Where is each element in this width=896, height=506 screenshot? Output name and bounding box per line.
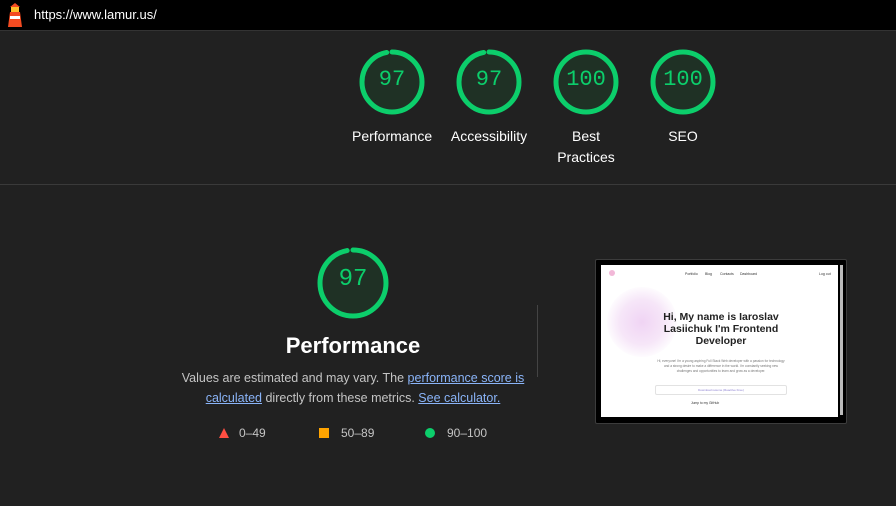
- screenshot-paragraph: Hi, everyone! I'm a young aspiring Full …: [657, 359, 785, 373]
- url-text[interactable]: https://www.lamur.us/: [34, 7, 157, 22]
- legend-range: 50–89: [341, 426, 375, 440]
- vertical-separator: [537, 305, 538, 377]
- gauge-best-practices[interactable]: 100 Best Practices: [546, 48, 626, 168]
- legend-fail: 0–49: [219, 426, 266, 440]
- lighthouse-icon: [8, 3, 22, 27]
- gauge-label: Accessibility: [450, 128, 528, 144]
- screenshot-cta: Download resume (Reactive Free): [655, 385, 787, 395]
- gauge-label: SEO: [668, 128, 698, 144]
- performance-title: Performance: [285, 333, 421, 358]
- legend-pass: 90–100: [425, 426, 487, 440]
- screenshot-nav-item: Portfolio: [685, 272, 698, 276]
- square-icon: [319, 428, 329, 438]
- performance-description: Values are estimated and may vary. The p…: [180, 368, 526, 408]
- desc-text: directly from these metrics.: [262, 391, 419, 405]
- gauge-label: Best Practices: [557, 128, 615, 165]
- gauge-label: Performance: [352, 128, 433, 144]
- screenshot-nav-item: Contacts: [720, 272, 734, 276]
- gauge-score: 97: [378, 67, 406, 92]
- circle-icon: [425, 428, 435, 438]
- gauge-score: 97: [475, 67, 503, 92]
- legend-range: 0–49: [239, 426, 266, 440]
- screenshot-hero: Hi, My name is Iaroslav Lasiichuk I'm Fr…: [663, 311, 779, 347]
- site-logo-icon: [609, 270, 615, 276]
- gauge-score: 100: [566, 67, 606, 92]
- screenshot-link: Jump to my GitHub: [691, 401, 720, 405]
- screenshot-logout: Log out: [819, 272, 831, 276]
- gauge-score: 100: [663, 67, 703, 92]
- triangle-icon: [219, 428, 229, 438]
- legend-average: 50–89: [319, 426, 374, 440]
- gauge-accessibility[interactable]: 97 Accessibility: [449, 48, 529, 147]
- screenshot-page: Portfolio Blog Contacts Dashboard Log ou…: [601, 265, 838, 417]
- performance-score: 97: [338, 266, 368, 293]
- calculator-link[interactable]: See calculator.: [418, 391, 500, 405]
- gauge-performance[interactable]: 97 Performance: [352, 48, 432, 147]
- gauge-seo[interactable]: 100 SEO: [643, 48, 723, 147]
- screenshot-nav-item: Dashboard: [740, 272, 758, 276]
- browser-bar: https://www.lamur.us/: [0, 0, 896, 31]
- screenshot-nav-item: Blog: [705, 272, 713, 276]
- screenshot-scrollbar: [840, 265, 843, 415]
- legend-range: 90–100: [447, 426, 488, 440]
- final-screenshot[interactable]: Portfolio Blog Contacts Dashboard Log ou…: [595, 259, 847, 424]
- desc-text: Values are estimated and may vary. The: [181, 371, 408, 385]
- section-divider: [0, 184, 896, 185]
